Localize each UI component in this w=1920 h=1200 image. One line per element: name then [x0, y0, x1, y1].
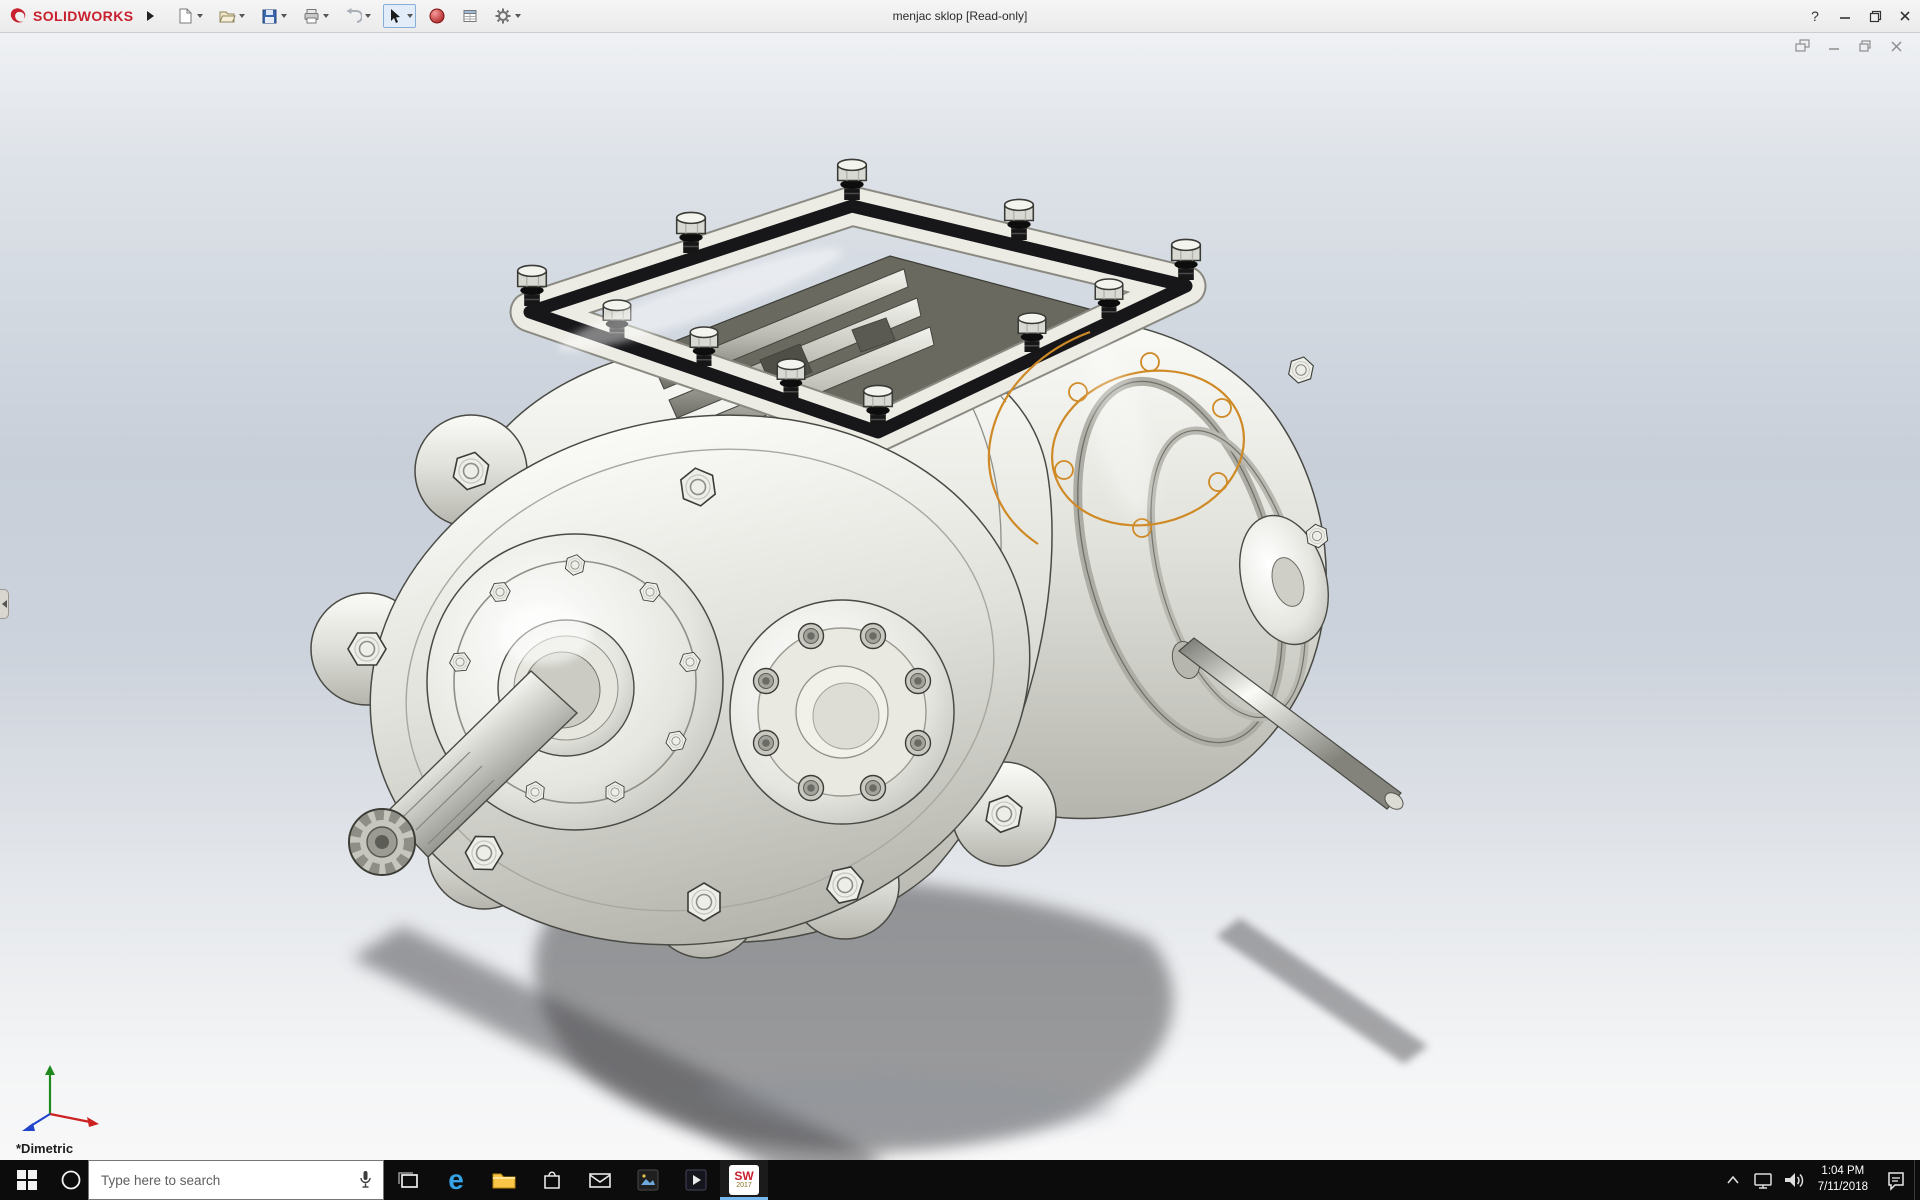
- save-floppy-icon: [262, 9, 277, 24]
- minimize-icon: [1840, 17, 1850, 19]
- close-icon: [1900, 11, 1910, 21]
- photos-app-icon: [637, 1169, 659, 1191]
- edge-icon: e: [448, 1164, 464, 1195]
- select-arrow-icon: [391, 9, 401, 23]
- doc-minimize-button[interactable]: [1824, 38, 1844, 54]
- doc-restore-button[interactable]: [1855, 38, 1875, 54]
- flyout-arrow-icon: [146, 11, 154, 21]
- action-center-icon: [1888, 1172, 1904, 1191]
- doc-new-window-button[interactable]: [1793, 38, 1813, 54]
- appearance-sphere-icon: [429, 8, 445, 24]
- cascade-windows-icon: [1795, 39, 1810, 52]
- mail-envelope-icon: [589, 1173, 611, 1188]
- doc-restore-icon: [1859, 40, 1871, 52]
- photos-app-button[interactable]: [624, 1160, 672, 1200]
- edge-button[interactable]: e: [432, 1160, 480, 1200]
- taskbar-spacer: [768, 1160, 1718, 1200]
- undo-arrow-icon: [346, 8, 363, 23]
- search-input[interactable]: [89, 1172, 348, 1188]
- undo-button[interactable]: [341, 4, 374, 28]
- solidworks-app-icon: SW 2017: [729, 1165, 759, 1195]
- store-bag-icon: [544, 1171, 560, 1189]
- graphics-viewport[interactable]: *Dimetric: [0, 33, 1920, 1160]
- close-button[interactable]: [1890, 0, 1920, 32]
- microphone-icon[interactable]: [358, 1170, 373, 1190]
- help-button[interactable]: ?: [1800, 0, 1830, 32]
- dropdown-caret-icon: [407, 14, 414, 18]
- volume-tray-button[interactable]: [1778, 1160, 1808, 1200]
- minimize-button[interactable]: [1830, 0, 1860, 32]
- view-orientation-label: *Dimetric: [16, 1141, 74, 1156]
- options-button[interactable]: [491, 4, 524, 28]
- open-button[interactable]: [215, 4, 248, 28]
- clock-time: 1:04 PM: [1821, 1165, 1865, 1178]
- network-tray-button[interactable]: [1748, 1160, 1778, 1200]
- restore-icon: [1869, 10, 1881, 22]
- document-window-controls: [1793, 38, 1906, 54]
- volume-icon: [1784, 1173, 1803, 1188]
- gearbox-3d-model[interactable]: [0, 33, 1920, 1160]
- print-icon: [304, 9, 319, 24]
- window-controls: ?: [1800, 0, 1920, 32]
- print-button[interactable]: [299, 4, 332, 28]
- cortana-circle-icon: [61, 1170, 81, 1190]
- dropdown-caret-icon: [239, 14, 246, 18]
- front-boss-small[interactable]: [729, 599, 955, 825]
- taskbar-clock[interactable]: 1:04 PM 7/11/2018: [1808, 1160, 1878, 1200]
- dropdown-caret-icon: [197, 14, 204, 18]
- taskbar-search-box[interactable]: [88, 1160, 384, 1200]
- film-tv-app-icon: [685, 1169, 707, 1191]
- solidworks-logo: SOLIDWORKS: [0, 6, 141, 26]
- solidworks-window: SOLIDWORKS menjac sklop [Read-only] ? *D…: [0, 0, 1920, 1200]
- taskbar: e SW 2017: [0, 1160, 1920, 1200]
- sw-badge-label: SW: [734, 1168, 754, 1183]
- clock-date: 7/11/2018: [1817, 1181, 1868, 1193]
- windows-logo-icon: [17, 1170, 37, 1190]
- file-explorer-icon: [492, 1173, 516, 1189]
- new-document-icon: [179, 8, 192, 24]
- quick-access-toolbar: [173, 4, 524, 28]
- chevron-up-icon: [1727, 1176, 1739, 1184]
- cortana-button[interactable]: [54, 1160, 88, 1200]
- report-table-icon: [463, 10, 477, 22]
- mail-button[interactable]: [576, 1160, 624, 1200]
- task-view-icon: [398, 1172, 418, 1188]
- dropdown-caret-icon: [365, 14, 372, 18]
- options-gear-icon: [495, 8, 511, 24]
- doc-close-button[interactable]: [1886, 38, 1906, 54]
- tray-expand-button[interactable]: [1718, 1160, 1748, 1200]
- ds-swirl-icon: [10, 8, 26, 23]
- titlebar: SOLIDWORKS menjac sklop [Read-only] ?: [0, 0, 1920, 33]
- sw-badge-year: 2017: [736, 1181, 752, 1189]
- doc-minimize-icon: [1829, 48, 1839, 50]
- dropdown-caret-icon: [281, 14, 288, 18]
- menu-flyout-button[interactable]: [141, 4, 159, 28]
- restore-button[interactable]: [1860, 0, 1890, 32]
- film-tv-app-button[interactable]: [672, 1160, 720, 1200]
- dropdown-caret-icon: [515, 14, 522, 18]
- start-button[interactable]: [0, 1160, 54, 1200]
- brand-name: SOLIDWORKS: [33, 8, 134, 24]
- dropdown-caret-icon: [323, 14, 330, 18]
- save-button[interactable]: [257, 4, 290, 28]
- open-folder-icon: [219, 11, 237, 23]
- new-document-button[interactable]: [173, 4, 206, 28]
- network-icon: [1753, 1173, 1772, 1189]
- file-explorer-button[interactable]: [480, 1160, 528, 1200]
- x-axis: [49, 1112, 91, 1124]
- ground-shadow: [352, 876, 1428, 1160]
- task-view-button[interactable]: [384, 1160, 432, 1200]
- appearances-button[interactable]: [425, 4, 449, 28]
- doc-close-icon: [1890, 40, 1902, 52]
- report-button[interactable]: [458, 4, 482, 28]
- collapse-arrow-icon: [1, 600, 7, 608]
- show-desktop-strip[interactable]: [1914, 1160, 1920, 1200]
- orientation-triad: [22, 1065, 99, 1131]
- solidworks-app-button[interactable]: SW 2017: [720, 1160, 768, 1200]
- select-tool-button[interactable]: [383, 4, 417, 28]
- store-button[interactable]: [528, 1160, 576, 1200]
- action-center-button[interactable]: [1878, 1160, 1914, 1200]
- panel-collapse-tab[interactable]: [0, 589, 9, 619]
